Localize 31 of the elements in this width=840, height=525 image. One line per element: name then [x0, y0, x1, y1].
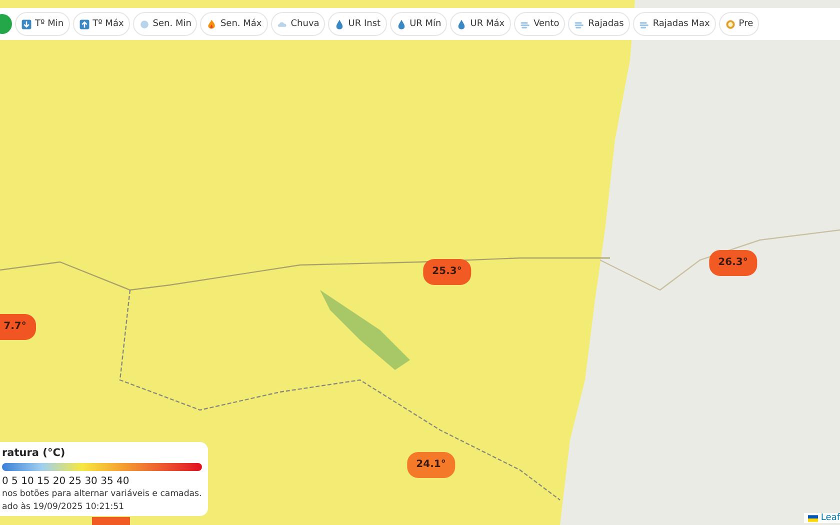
- scale-labels: 0 5 10 15 20 25 30 35 40: [2, 475, 130, 488]
- arrow-up-icon: [78, 18, 90, 30]
- layer-button[interactable]: Tº Min: [15, 12, 70, 36]
- layer-button[interactable]: UR Inst: [328, 12, 387, 36]
- temperature-marker[interactable]: [92, 517, 130, 525]
- temperature-marker[interactable]: 24.1°: [407, 452, 455, 478]
- layer-button[interactable]: Sen. Máx: [200, 12, 268, 36]
- water-drop-icon: [456, 18, 468, 30]
- temperature-marker[interactable]: 7.7°: [0, 314, 36, 340]
- layer-button[interactable]: Vento: [514, 12, 566, 36]
- snowflake-icon: [138, 18, 150, 30]
- water-drop-icon: [396, 18, 407, 30]
- layer-button[interactable]: UR Máx: [450, 12, 511, 36]
- flag-icon: [808, 514, 818, 522]
- layer-button[interactable]: Pre: [718, 12, 760, 36]
- temperature-marker[interactable]: 25.3°: [423, 259, 471, 285]
- map-attribution[interactable]: Leaf: [804, 513, 840, 523]
- update-time: ado às 19/09/2025 10:21:51: [2, 501, 126, 514]
- gauge-icon: [724, 18, 736, 30]
- legend-title: ratura (°C): [2, 446, 66, 460]
- layer-button[interactable]: Rajadas Max: [632, 12, 716, 36]
- flame-icon: [206, 18, 218, 30]
- arrow-down-icon: [21, 18, 32, 30]
- layer-button[interactable]: Chuva: [270, 12, 326, 36]
- layer-button[interactable]: Tº Máx: [72, 12, 130, 36]
- water-drop-icon: [334, 18, 346, 30]
- legend-hint: nos botões para alternar variáveis e camadas.: [2, 488, 202, 501]
- layer-button[interactable]: Rajadas: [568, 12, 630, 36]
- layer-button[interactable]: UR Mín: [390, 12, 448, 36]
- temperature-marker[interactable]: 26.3°: [709, 250, 757, 276]
- layer-button[interactable]: Sen. Min: [132, 12, 198, 36]
